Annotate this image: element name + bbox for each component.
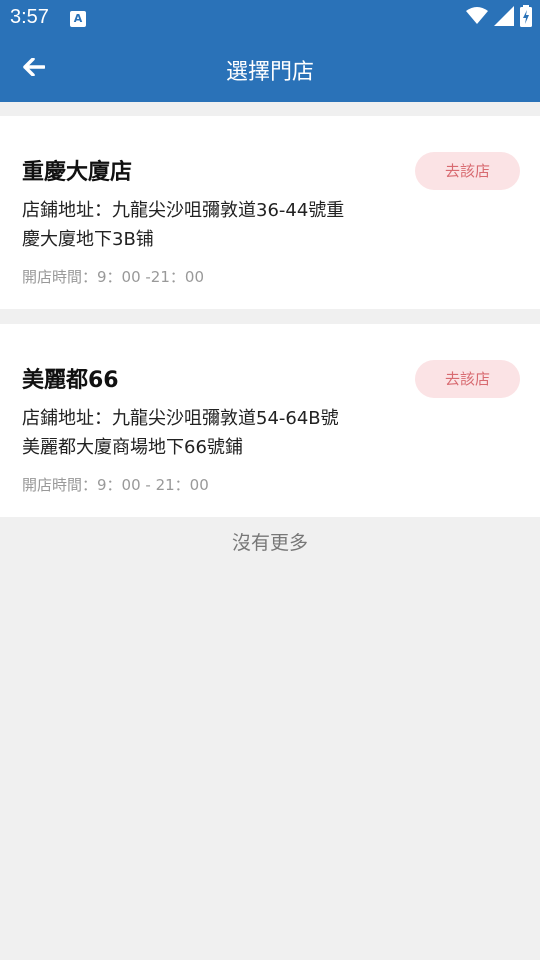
app-notification-icon: A	[70, 11, 86, 27]
store-hours: 開店時間：9：00 -21：00	[22, 268, 204, 286]
store-card: 重慶大廈店 去該店 店鋪地址：九龍尖沙咀彌敦道36-44號重 慶大廈地下3B铺 …	[0, 116, 540, 309]
battery-charging-icon	[520, 5, 532, 31]
signal-icon	[494, 6, 514, 30]
store-address-line: 慶大廈地下3B铺	[22, 229, 154, 250]
status-icons	[466, 5, 532, 31]
status-bar: 3:57 A	[0, 0, 540, 36]
wifi-icon	[466, 7, 488, 29]
store-address-line: 店鋪地址：九龍尖沙咀彌敦道54-64B號	[22, 408, 339, 429]
go-to-store-button[interactable]: 去該店	[415, 152, 520, 190]
store-address-line: 店鋪地址：九龍尖沙咀彌敦道36-44號重	[22, 200, 345, 221]
no-more-text: 沒有更多	[231, 532, 308, 554]
store-address: 店鋪地址：九龍尖沙咀彌敦道54-64B號 美麗都大廈商場地下66號鋪	[22, 404, 382, 462]
store-list: 重慶大廈店 去該店 店鋪地址：九龍尖沙咀彌敦道36-44號重 慶大廈地下3B铺 …	[0, 116, 540, 532]
store-card: 美麗都66 去該店 店鋪地址：九龍尖沙咀彌敦道54-64B號 美麗都大廈商場地下…	[0, 324, 540, 517]
store-name: 美麗都66	[22, 368, 119, 393]
store-address-line: 美麗都大廈商場地下66號鋪	[22, 437, 243, 458]
store-name: 重慶大廈店	[22, 160, 133, 185]
page-title: 選擇門店	[225, 60, 314, 85]
store-hours: 開店時間：9：00 - 21：00	[22, 476, 209, 494]
status-time: 3:57	[10, 6, 49, 28]
go-to-store-button[interactable]: 去該店	[415, 360, 520, 398]
store-address: 店鋪地址：九龍尖沙咀彌敦道36-44號重 慶大廈地下3B铺	[22, 196, 382, 254]
toolbar: 選擇門店	[0, 36, 540, 102]
